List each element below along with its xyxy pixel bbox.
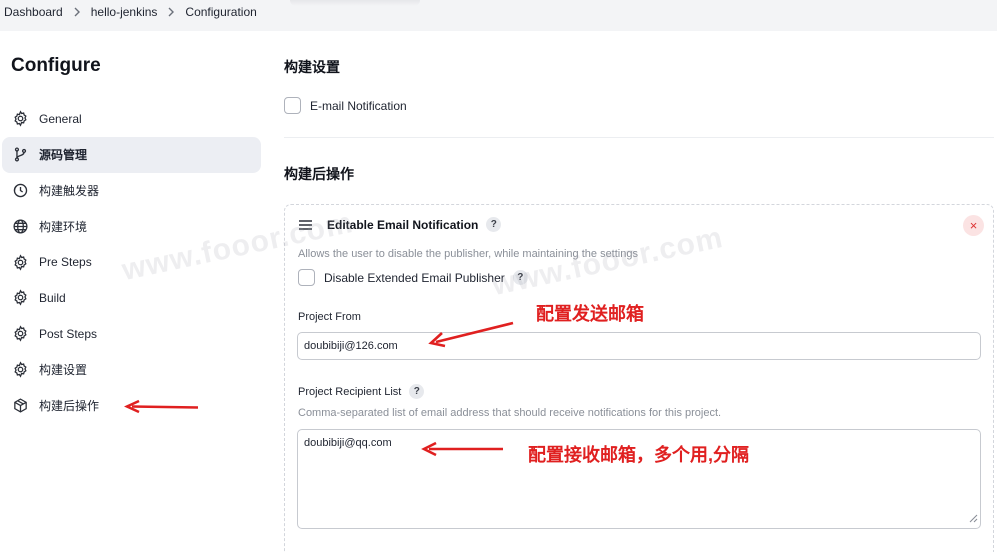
sidebar-item-build-triggers[interactable]: 构建触发器: [2, 173, 261, 209]
annotation-recipient-note: 配置接收邮箱，多个用,分隔: [528, 445, 749, 465]
chevron-right-icon: [157, 7, 185, 17]
recipient-list-label-row: Project Recipient List ?: [298, 384, 425, 399]
sidebar-item-scm[interactable]: 源码管理: [2, 136, 261, 173]
sidebar-item-post-steps[interactable]: Post Steps: [2, 316, 261, 352]
annotation-arrow: [124, 399, 199, 414]
help-icon[interactable]: ?: [486, 217, 502, 232]
project-from-label: Project From: [298, 311, 361, 323]
sidebar-item-general[interactable]: General: [2, 101, 261, 137]
email-notification-checkbox[interactable]: [284, 97, 301, 114]
gear-icon: [11, 110, 29, 128]
globe-icon: [11, 217, 29, 235]
help-icon[interactable]: ?: [409, 384, 425, 399]
sidebar-item-label: 构建后操作: [39, 398, 100, 413]
sidebar-item-label: Post Steps: [39, 326, 98, 341]
recipient-list-value: doubibiji@qq.com: [304, 437, 392, 449]
breadcrumb-configuration[interactable]: Configuration: [185, 5, 256, 19]
gear-icon: [11, 289, 29, 307]
annotation-arrow: [421, 441, 503, 457]
sidebar-item-label: 构建设置: [39, 362, 88, 377]
header-shadow: [290, 0, 420, 6]
gear-icon: [11, 253, 29, 271]
email-notification-row: E-mail Notification: [284, 97, 407, 114]
gear-icon: [11, 325, 29, 343]
annotation-arrow: [428, 321, 514, 348]
project-from-input[interactable]: doubibiji@126.com: [297, 332, 981, 360]
page-title: Configure: [11, 55, 101, 76]
section-divider: [284, 137, 994, 138]
annotation-from-note: 配置发送邮箱: [536, 304, 644, 324]
delete-step-button[interactable]: ×: [963, 215, 984, 236]
package-icon: [11, 396, 29, 414]
email-notification-label: E-mail Notification: [310, 98, 407, 113]
build-settings-title: 构建设置: [284, 59, 340, 75]
breadcrumb-hello-jenkins[interactable]: hello-jenkins: [91, 5, 158, 19]
breadcrumb-dashboard[interactable]: Dashboard: [4, 5, 63, 19]
gear-icon: [11, 360, 29, 378]
branch-icon: [11, 146, 29, 164]
sidebar-item-label: Build: [39, 290, 66, 305]
disable-publisher-checkbox[interactable]: [298, 269, 315, 286]
post-build-title: 构建后操作: [284, 166, 354, 182]
sidebar-item-label: 源码管理: [39, 148, 88, 163]
sidebar-item-label: 构建触发器: [39, 183, 100, 198]
timer-icon: [11, 181, 29, 199]
chevron-right-icon: [63, 7, 91, 17]
sidebar-item-build-settings[interactable]: 构建设置: [2, 352, 261, 388]
recipient-list-label: Project Recipient List: [298, 385, 402, 398]
disable-publisher-label: Disable Extended Email Publisher: [324, 270, 505, 285]
breadcrumb-bar: Dashboard hello-jenkins Configuration: [0, 0, 997, 31]
sidebar-item-label: 构建环境: [39, 219, 88, 234]
sidebar-item-label: Pre Steps: [39, 255, 92, 270]
sidebar-item-label: General: [39, 111, 82, 126]
breadcrumb: Dashboard hello-jenkins Configuration: [4, 0, 257, 24]
resize-grip-icon[interactable]: [968, 513, 978, 526]
recipient-list-description: Comma-separated list of email address th…: [298, 407, 722, 419]
